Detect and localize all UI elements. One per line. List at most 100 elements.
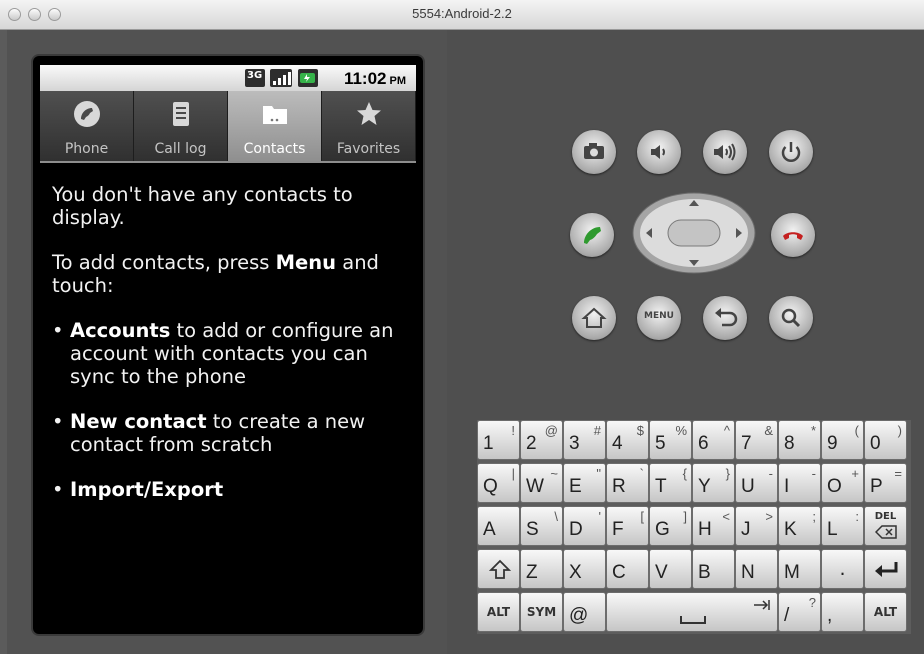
contacts-icon	[260, 99, 290, 129]
key-1[interactable]: 1!	[477, 420, 520, 460]
star-icon	[354, 99, 384, 129]
green-phone-icon	[584, 227, 601, 244]
key-g[interactable]: G]	[649, 506, 692, 546]
tab-call-log[interactable]: Call log	[134, 91, 228, 161]
menu-button[interactable]: MENU	[637, 296, 681, 340]
keyboard-row-zxcv: Z X C V B N M .	[477, 549, 911, 589]
network-3g-icon: 3G	[245, 69, 265, 87]
bullet-accounts: • Accounts to add or configure an account…	[52, 319, 394, 388]
status-clock: 11:02 PM	[343, 69, 406, 88]
search-button[interactable]	[769, 296, 813, 340]
key-a[interactable]: A	[477, 506, 520, 546]
contacts-tab-bar: Phone Call log Contacts Favorites	[40, 91, 416, 163]
volume-up-button[interactable]	[703, 130, 747, 174]
key-n[interactable]: N	[735, 549, 778, 589]
power-icon	[781, 142, 801, 162]
bullet-new-contact: • New contact to create a new contact fro…	[52, 410, 366, 456]
tab-icon	[754, 600, 770, 610]
key-y[interactable]: Y}	[692, 463, 735, 503]
key-enter[interactable]	[864, 549, 907, 589]
tab-phone[interactable]: Phone	[40, 91, 134, 161]
key-7[interactable]: 7 &	[735, 420, 778, 460]
key-3[interactable]: 3 #	[563, 420, 606, 460]
key-m[interactable]: M	[778, 549, 821, 589]
key-period[interactable]: .	[821, 549, 864, 589]
key-z[interactable]: Z	[520, 549, 563, 589]
status-bar: 3G 11:02 PM	[40, 65, 416, 91]
dpad-left-button[interactable]	[632, 216, 666, 250]
key-j[interactable]: J >	[735, 506, 778, 546]
key-k[interactable]: K;	[778, 506, 821, 546]
red-phone-icon	[783, 232, 803, 240]
key-5[interactable]: 5%	[649, 420, 692, 460]
back-button[interactable]	[703, 296, 747, 340]
enter-icon	[875, 562, 898, 577]
key-at[interactable]: @	[563, 592, 606, 632]
bullet-import-export: • Import/Export	[52, 478, 224, 501]
key-sym[interactable]: SYM	[520, 592, 563, 632]
shift-icon	[489, 559, 511, 579]
key-c[interactable]: C	[606, 549, 649, 589]
call-log-icon	[166, 99, 196, 129]
key-delete[interactable]: DEL	[864, 506, 907, 546]
device-screen: 3G 11:02 PM Phone Call log Contacts Favo…	[40, 65, 416, 630]
key-s[interactable]: S \	[520, 506, 563, 546]
camera-button[interactable]	[572, 130, 616, 174]
key-x[interactable]: X	[563, 549, 606, 589]
home-button[interactable]	[572, 296, 616, 340]
key-v[interactable]: V	[649, 549, 692, 589]
volume-down-button[interactable]	[637, 130, 681, 174]
key-space[interactable]	[606, 592, 778, 632]
key-6[interactable]: 6 ^	[692, 420, 735, 460]
camera-icon	[584, 143, 604, 159]
key-i[interactable]: I-	[778, 463, 821, 503]
key-2[interactable]: 2 @	[520, 420, 563, 460]
key-shift[interactable]	[477, 549, 520, 589]
back-icon	[715, 308, 738, 327]
key-u[interactable]: U-	[735, 463, 778, 503]
key-d[interactable]: D '	[563, 506, 606, 546]
key-q[interactable]: Q |	[477, 463, 520, 503]
dpad-center-button[interactable]	[668, 220, 720, 246]
backspace-icon	[875, 525, 897, 539]
key-4[interactable]: 4 $	[606, 420, 649, 460]
end-call-button[interactable]	[771, 213, 815, 257]
call-button[interactable]	[570, 213, 614, 257]
volume-down-icon	[651, 145, 665, 159]
key-f[interactable]: F[	[606, 506, 649, 546]
key-t[interactable]: T{	[649, 463, 692, 503]
power-button[interactable]	[769, 130, 813, 174]
key-slash[interactable]: /?	[778, 592, 821, 632]
keyboard-row-bottom: ALT SYM @ /? , ALT	[477, 592, 911, 632]
key-o[interactable]: O +	[821, 463, 864, 503]
dpad-right-button[interactable]	[722, 216, 756, 250]
key-e[interactable]: E "	[563, 463, 606, 503]
window-title: 5554:Android-2.2	[412, 6, 512, 21]
dpad-up-button[interactable]	[672, 192, 716, 216]
battery-charging-icon	[298, 69, 318, 87]
phone-icon	[72, 99, 102, 129]
window-titlebar: 5554:Android-2.2	[0, 0, 924, 30]
keyboard-row-qwerty: Q | W ~ E " R ` T{ Y} U- I- O + P =	[477, 463, 911, 503]
dpad	[632, 192, 756, 274]
key-alt-right[interactable]: ALT	[864, 592, 907, 632]
home-icon	[581, 307, 607, 328]
no-contacts-text: You don't have any contacts to display.	[52, 183, 353, 229]
key-r[interactable]: R `	[606, 463, 649, 503]
tab-favorites[interactable]: Favorites	[322, 91, 416, 161]
key-9[interactable]: 9(	[821, 420, 864, 460]
key-w[interactable]: W ~	[520, 463, 563, 503]
space-icon	[680, 616, 706, 624]
keyboard-row-asdf: A S \ D ' F[ G] H < J > K; L: DEL	[477, 506, 911, 546]
key-l[interactable]: L:	[821, 506, 864, 546]
dpad-down-button[interactable]	[672, 250, 716, 274]
key-p[interactable]: P =	[864, 463, 907, 503]
key-8[interactable]: 8 *	[778, 420, 821, 460]
key-alt-left[interactable]: ALT	[477, 592, 520, 632]
key-b[interactable]: B	[692, 549, 735, 589]
tab-contacts[interactable]: Contacts	[228, 91, 322, 161]
key-h[interactable]: H <	[692, 506, 735, 546]
key-comma[interactable]: ,	[821, 592, 864, 632]
signal-strength-icon	[270, 69, 292, 87]
key-0[interactable]: 0)	[864, 420, 907, 460]
